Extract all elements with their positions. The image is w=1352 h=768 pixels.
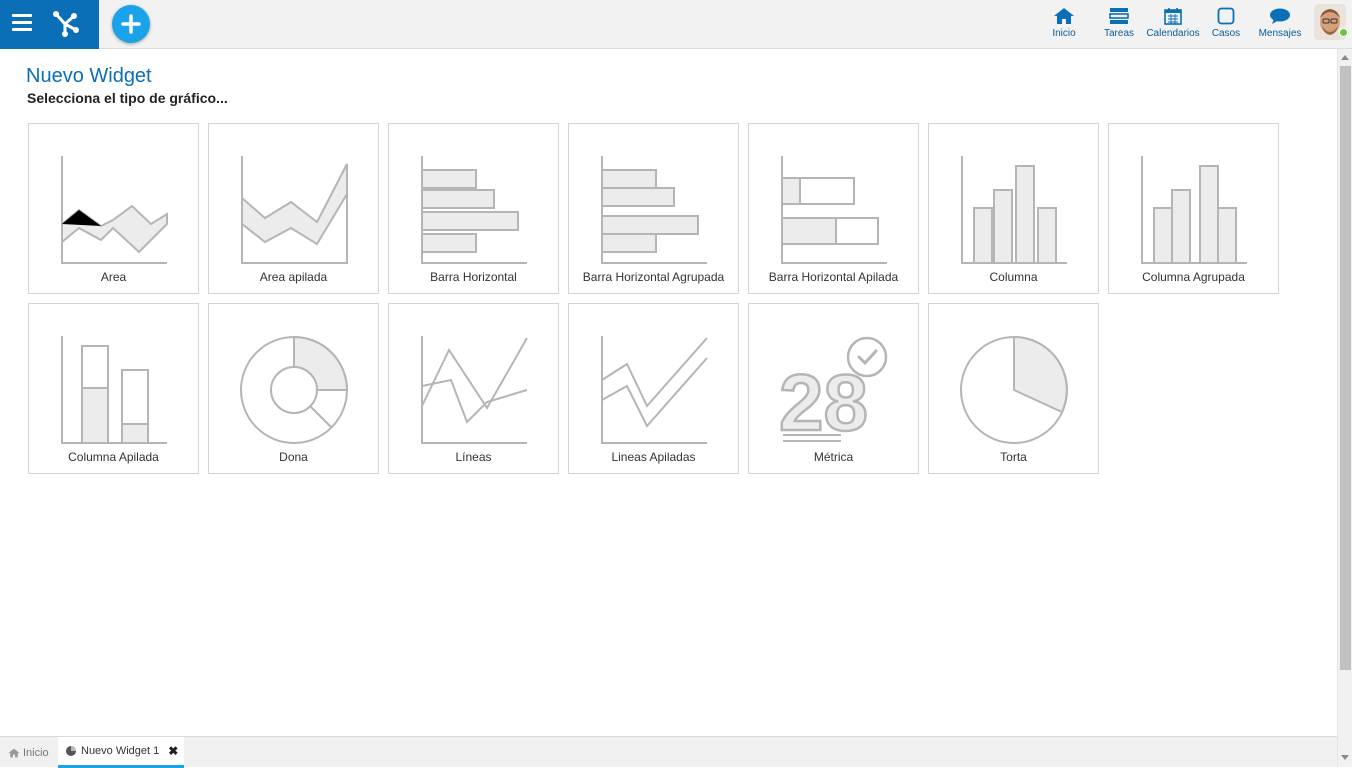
online-status-dot [1339,28,1348,37]
nav-label: Calendarios [1146,28,1200,39]
widget-card-area-apilada[interactable]: Area apilada [208,123,379,294]
widget-card-columna-apilada[interactable]: Columna Apilada [28,303,199,474]
widget-label: Columna Apilada [68,450,159,464]
widget-label: Barra Horizontal Agrupada [582,270,725,284]
widget-label: Columna Agrupada [1142,270,1245,284]
widget-label: Líneas [455,450,492,464]
tasks-icon [1109,8,1129,24]
nav-label: Mensajes [1258,28,1302,39]
widget-label: Métrica [813,450,854,464]
nav-casos[interactable]: Casos [1210,0,1242,49]
widget-card-barra-horizontal[interactable]: Barra Horizontal [388,123,559,294]
widget-card-lineas[interactable]: Líneas [388,303,559,474]
widget-card-lineas-apiladas[interactable]: Lineas Apiladas [568,303,739,474]
hamburger-menu-icon[interactable] [12,14,32,34]
bottom-tab-bar: Inicio Nuevo Widget 1 ✖ [0,736,1337,768]
scroll-down-arrow-icon[interactable] [1341,755,1349,760]
tab-inicio[interactable]: Inicio [0,737,58,768]
nav-mensajes[interactable]: Mensajes [1257,0,1303,49]
vertical-scrollbar[interactable] [1337,49,1352,767]
app-logo-icon[interactable] [50,8,80,38]
nav-label: Tareas [1103,28,1134,39]
tab-nuevo-widget-1[interactable]: Nuevo Widget 1 ✖ [58,737,184,768]
widget-label: Barra Horizontal Apilada [768,270,899,284]
messages-icon [1270,8,1290,24]
pie-chart-icon [66,746,76,756]
widget-card-metrica[interactable]: 28 Métrica [748,303,919,474]
page-subtitle: Selecciona el tipo de gráfico... [27,90,228,106]
widget-label: Columna [989,270,1038,284]
close-tab-icon[interactable]: ✖ [168,744,178,758]
page-title: Nuevo Widget [26,65,152,87]
widget-label: Lineas Apiladas [611,450,696,464]
widget-label: Dona [279,450,308,464]
nav-calendarios[interactable]: Calendarios [1146,0,1200,49]
scroll-up-arrow-icon[interactable] [1341,55,1349,60]
widget-card-barra-horizontal-apilada[interactable]: Barra Horizontal Apilada [748,123,919,294]
widget-label: Area [100,270,127,284]
widget-card-columna-agrupada[interactable]: Columna Agrupada [1108,123,1279,294]
nav-tareas[interactable]: Tareas [1101,0,1137,49]
home-icon [1054,8,1074,24]
nav-inicio[interactable]: Inicio [1046,0,1082,49]
widget-label: Area apilada [259,270,328,284]
widget-card-dona[interactable]: Dona [208,303,379,474]
add-button[interactable] [112,5,150,43]
tab-label: Nuevo Widget 1 [81,745,160,757]
nav-label: Inicio [1052,28,1076,39]
scrollbar-thumb[interactable] [1340,66,1351,670]
nav-label: Casos [1211,28,1241,39]
widget-card-torta[interactable]: Torta [928,303,1099,474]
widget-label: Barra Horizontal [430,270,517,284]
tab-label: Inicio [23,746,49,759]
calendar-icon [1164,8,1182,25]
widget-card-area[interactable]: Area [28,123,199,294]
widget-card-barra-horizontal-agrupada[interactable]: Barra Horizontal Agrupada [568,123,739,294]
widget-card-columna[interactable]: Columna [928,123,1099,294]
cases-icon [1217,7,1235,25]
widget-label: Torta [1000,450,1027,464]
user-avatar[interactable] [1314,4,1348,40]
brand-area [0,0,99,49]
top-bar: Inicio Tareas Calendarios Casos Mensajes [0,0,1352,49]
home-icon [8,748,20,757]
plus-icon [121,14,141,34]
